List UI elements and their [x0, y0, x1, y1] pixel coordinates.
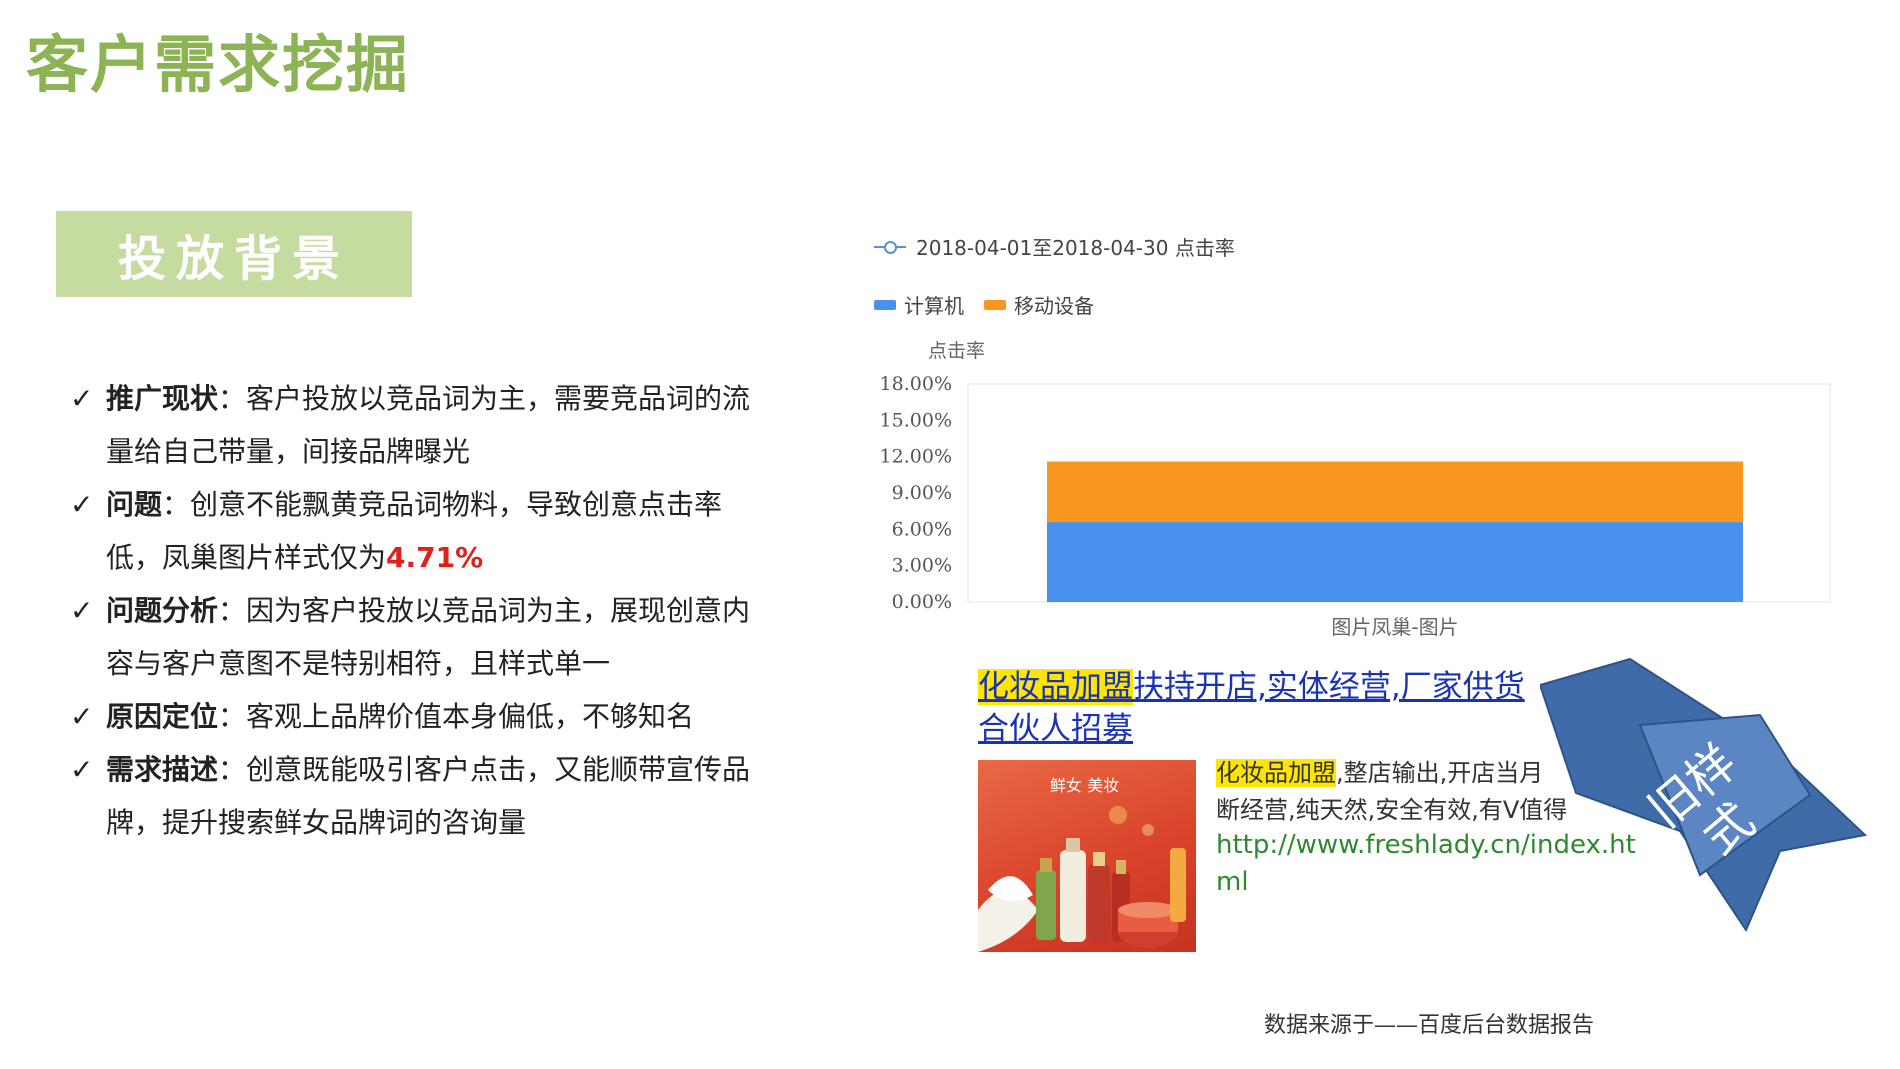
ad-headline-keyword: 化妆品加盟 [978, 669, 1133, 705]
legend-label: 计算机 [904, 294, 964, 318]
bullet-analysis: ✓ 问题分析：因为客户投放以竞品词为主，展现创意内容与客户意图不是特别相符，且样… [66, 584, 766, 690]
ad-headline-text: 扶持开店,实体经营,厂家供货 [1133, 669, 1525, 705]
data-source-note: 数据来源于——百度后台数据报告 [1264, 1013, 1595, 1038]
bullet-label: 需求描述 [106, 753, 219, 786]
bullet-problem: ✓ 问题：创意不能飘黄竞品词物料，导致创意点击率低，凤巢图片样式仅为4.71% [66, 478, 766, 584]
bar-computer [1047, 522, 1743, 602]
y-axis-title: 点击率 [928, 340, 986, 362]
line-marker-icon [874, 238, 906, 256]
y-tick-label: 6.00% [892, 518, 952, 540]
bullet-label: 推广现状 [106, 382, 219, 415]
y-tick-label: 12.00% [880, 446, 952, 468]
bullet-label: 问题 [106, 488, 163, 521]
ad-headline-line2: 合伙人招募 [978, 711, 1133, 747]
bullet-list: ✓ 推广现状：客户投放以竞品词为主，需要竞品词的流量给自己带量，间接品牌曝光 ✓… [66, 372, 766, 849]
bar-mobile [1047, 461, 1743, 523]
check-icon: ✓ [70, 382, 94, 415]
line-legend-label: 2018-04-01至2018-04-30 点击率 [916, 236, 1235, 260]
legend-swatch [984, 299, 1006, 310]
y-tick-label: 9.00% [892, 482, 952, 504]
legend-label: 移动设备 [1014, 294, 1094, 318]
ad-product-image: 鲜女 美妆 [978, 760, 1196, 952]
bullet-status: ✓ 推广现状：客户投放以竞品词为主，需要竞品词的流量给自己带量，间接品牌曝光 [66, 372, 766, 478]
ad-body-text: ,整店输出,开店当月 [1336, 759, 1544, 787]
ad-image-brand: 鲜女 美妆 [1050, 776, 1120, 795]
check-icon: ✓ [70, 594, 94, 627]
y-tick-label: 0.00% [892, 591, 952, 613]
ctr-bar-chart: 0.00% 3.00% 6.00% 9.00% 12.00% 15.00% 18.00% 图片… [880, 373, 1831, 639]
y-tick-label: 18.00% [880, 373, 952, 395]
bullet-label: 问题分析 [106, 594, 219, 627]
ad-body-line2: 断经营,纯天然,安全有效,有V值得 [1216, 796, 1568, 824]
legend-swatch [874, 299, 896, 310]
y-tick-label: 15.00% [880, 409, 952, 431]
legend-item-mobile: 移动设备 [984, 290, 1094, 319]
bullet-demand: ✓ 需求描述：创意既能吸引客户点击，又能顺带宣传品牌，提升搜索鲜女品牌词的咨询量 [66, 743, 766, 849]
bullet-label: 原因定位 [106, 700, 219, 733]
check-icon: ✓ [70, 488, 94, 521]
ctr-highlight: 4.71% [386, 541, 484, 574]
line-legend: 2018-04-01至2018-04-30 点击率 [874, 232, 1235, 261]
page-title: 客户需求挖掘 [26, 28, 411, 101]
bullet-text: 客观上品牌价值本身偏低，不够知名 [246, 700, 695, 733]
chart-legend: 计算机 移动设备 [874, 290, 1094, 319]
bullet-cause: ✓ 原因定位：客观上品牌价值本身偏低，不够知名 [66, 690, 766, 743]
section-badge-label: 投放背景 [117, 231, 350, 287]
legend-item-computer: 计算机 [874, 290, 964, 319]
section-badge: 投放背景 [56, 211, 412, 297]
check-icon: ✓ [70, 753, 94, 786]
y-tick-label: 3.00% [892, 555, 952, 577]
ad-body-keyword: 化妆品加盟 [1216, 759, 1336, 787]
ad-headline[interactable]: 化妆品加盟扶持开店,实体经营,厂家供货 合伙人招募 [978, 666, 1628, 750]
x-tick-label: 图片凤巢-图片 [1331, 615, 1458, 639]
check-icon: ✓ [70, 700, 94, 733]
